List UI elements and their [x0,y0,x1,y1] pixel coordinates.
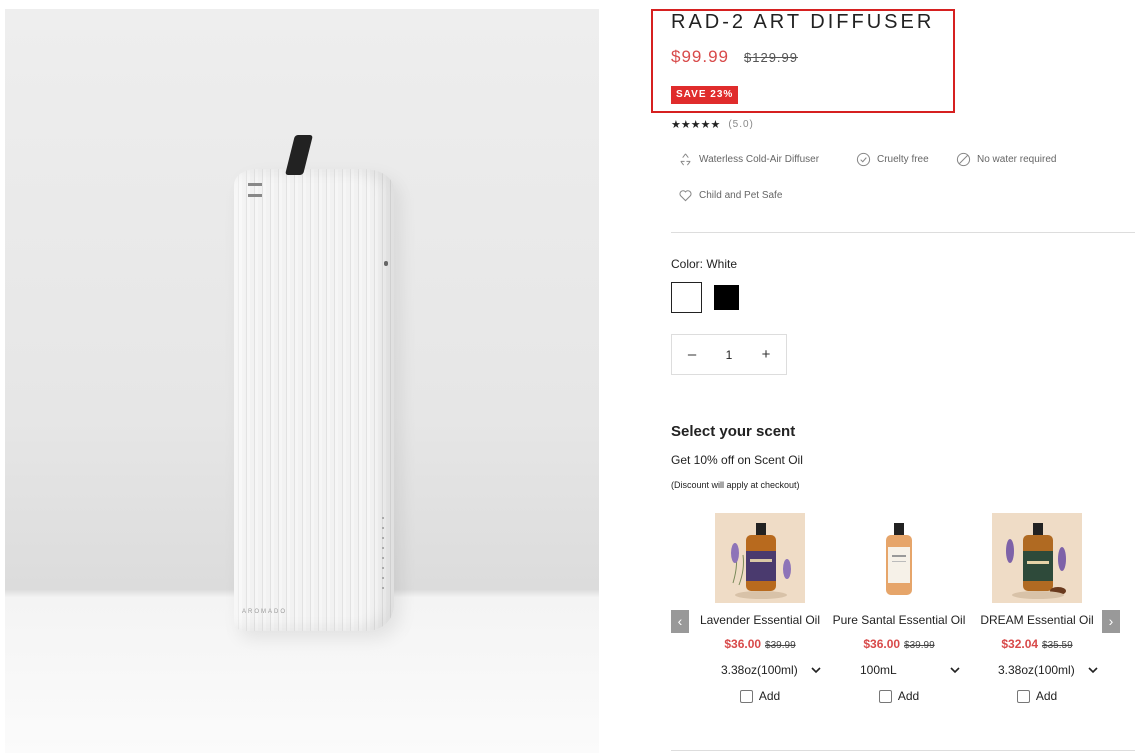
scent-note: (Discount will apply at checkout) [671,480,800,490]
scent-card-lavender: Lavender Essential Oil $36.00 $39.99 3.3… [691,513,829,703]
size-select-value: 100mL [860,663,897,677]
scent-card-dream: DREAM Essential Oil $32.04 $35.59 3.38oz… [968,513,1106,703]
card-prices: $36.00 $39.99 [691,637,829,651]
divider [671,232,1135,233]
device-leds [382,517,384,589]
sale-price: $99.99 [671,47,729,66]
check-circle-icon [855,151,871,167]
card-was-price: $39.99 [904,640,935,651]
price-row: $99.99 $129.99 [671,47,798,67]
feature-label: Cruelty free [877,153,929,165]
add-checkbox-row[interactable]: Add [691,689,829,703]
size-select[interactable]: 100mL [834,663,964,677]
card-prices: $36.00 $39.99 [830,637,968,651]
add-label: Add [758,689,781,703]
add-checkbox-row[interactable]: Add [830,689,968,703]
feature-waterless: Waterless Cold-Air Diffuser [677,151,819,167]
quantity-stepper: – 1 + [671,334,787,375]
star-rating-icon: ★★★★★ [671,119,721,131]
device-button [384,261,388,266]
add-checkbox[interactable] [739,689,753,703]
product-name[interactable]: Lavender Essential Oil [691,613,829,627]
product-name[interactable]: DREAM Essential Oil [968,613,1106,627]
size-select-value: 3.38oz(100ml) [998,663,1075,677]
size-select-value: 3.38oz(100ml) [721,663,798,677]
heart-icon [677,187,693,203]
card-was-price: $39.99 [765,640,796,651]
product-name[interactable]: Pure Santal Essential Oil [830,613,968,627]
quantity-value[interactable]: 1 [726,348,733,362]
scent-title: Select your scent [671,423,796,440]
lavender-product-image[interactable] [715,513,805,603]
feature-label: Waterless Cold-Air Diffuser [699,153,820,165]
santal-product-image[interactable] [854,513,944,603]
rating-value: (5.0) [728,119,754,130]
chevron-down-icon [811,663,821,677]
card-was-price: $35.59 [1042,640,1073,651]
card-sale-price: $36.00 [724,637,762,651]
save-badge: SAVE 23% [671,86,739,104]
dream-product-image[interactable] [992,513,1082,603]
recycle-icon [677,151,693,167]
rating[interactable]: ★★★★★ (5.0) [671,118,754,131]
product-image: AROMADO [5,9,599,753]
card-sale-price: $32.04 [1001,637,1039,651]
card-sale-price: $36.00 [863,637,901,651]
carousel-prev-button[interactable]: ‹ [671,610,689,633]
quantity-plus-button[interactable]: + [758,346,774,363]
device-cap [285,135,313,175]
swatch-black[interactable] [714,285,739,310]
size-select[interactable]: 3.38oz(100ml) [695,663,825,677]
add-checkbox[interactable] [878,689,892,703]
chevron-down-icon [1088,663,1098,677]
device-brand-text: AROMADO [242,609,288,615]
swatch-white[interactable] [671,282,702,313]
product-title: RAD-2 ART DIFFUSER [671,11,935,33]
add-checkbox-row[interactable]: Add [968,689,1106,703]
feature-child-pet-safe: Child and Pet Safe [677,187,782,203]
add-checkbox[interactable] [1016,689,1030,703]
quantity-minus-button[interactable]: – [684,346,700,363]
no-water-icon [955,151,971,167]
feature-label: No water required [977,153,1057,165]
color-label: Color: White [671,257,738,271]
feature-label: Child and Pet Safe [699,189,783,201]
scent-subtitle: Get 10% off on Scent Oil [671,453,803,467]
diffuser-device: AROMADO [234,135,394,631]
device-vent [248,183,262,197]
chevron-down-icon [950,663,960,677]
add-label: Add [1035,689,1058,703]
add-label: Add [897,689,920,703]
compare-price: $129.99 [744,50,798,65]
card-prices: $32.04 $35.59 [968,637,1106,651]
feature-cruelty-free: Cruelty free [855,151,929,167]
size-select[interactable]: 3.38oz(100ml) [972,663,1102,677]
scent-card-pure-santal: Pure Santal Essential Oil $36.00 $39.99 … [830,513,968,703]
feature-no-water: No water required [955,151,1056,167]
divider [671,750,1135,751]
